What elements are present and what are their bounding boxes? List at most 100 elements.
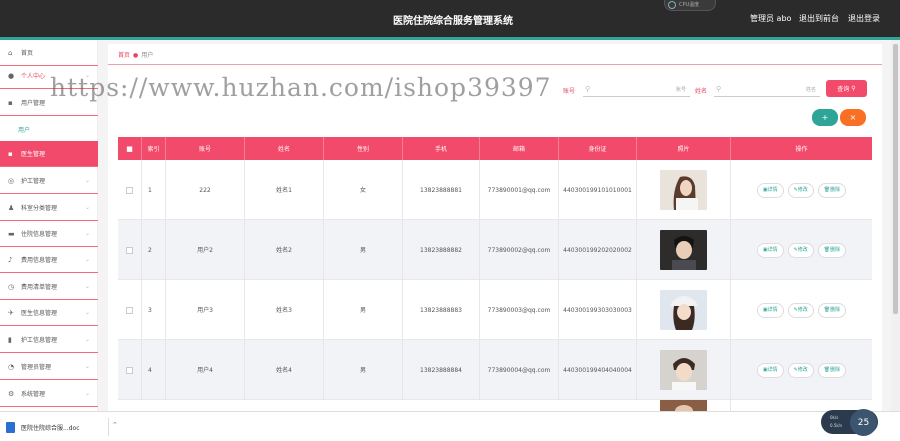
edit-button[interactable]: ✎ 修改 <box>787 242 814 258</box>
view-button[interactable]: ▣ 详情 <box>756 182 784 198</box>
query-button[interactable]: 查询 ⚲ <box>826 80 867 97</box>
perf-rate-down: 0.5k/s <box>830 423 843 428</box>
checkbox-icon: ■ <box>126 144 133 153</box>
breadcrumb-separator-icon: ● <box>133 52 139 59</box>
chevron-down-icon: ⌄ <box>84 390 90 397</box>
view-button[interactable]: ▣ 详情 <box>756 242 784 258</box>
breadcrumb-divider <box>108 64 882 65</box>
cell-gender: 男 <box>324 220 403 280</box>
view-label: 详情 <box>767 306 778 313</box>
column-header: 性别 <box>324 137 403 160</box>
cell-actions: ▣ 详情 ✎ 修改 🗑 删除 <box>731 160 872 220</box>
cell-email: 773890003@qq.com <box>480 280 559 340</box>
sidebar-item-label: 医生管理 <box>21 151 46 158</box>
edit-label: 修改 <box>797 246 808 253</box>
cell-photo <box>637 280 731 340</box>
row-checkbox[interactable] <box>126 306 133 314</box>
table-row: 4 用户4 姓名4 男 13823888884 773890004@qq.com… <box>118 340 872 400</box>
delete-label: 删除 <box>830 186 841 193</box>
column-header: 账号 <box>166 137 245 160</box>
sidebar-item-label: 护工信息管理 <box>21 337 58 344</box>
chevron-up-icon[interactable]: ⌃ <box>112 421 118 429</box>
sidebar-item-departments[interactable]: ♟ 科室分类管理 ⌄ <box>0 195 98 221</box>
sidebar-item-doctors[interactable]: ▪ 医生管理 <box>0 141 98 167</box>
page-scrollbar[interactable] <box>891 40 900 411</box>
logout-link[interactable]: 退出登录 <box>848 13 880 24</box>
view-button[interactable]: ▣ 详情 <box>756 362 784 378</box>
perf-value: 25 <box>850 409 877 436</box>
download-divider <box>108 418 109 436</box>
row-checkbox-cell <box>118 340 142 400</box>
row-checkbox-cell <box>118 280 142 340</box>
users-icon: ▪ <box>8 98 13 107</box>
cell-name: 姓名1 <box>245 160 324 220</box>
cpu-icon <box>668 1 676 9</box>
breadcrumb-home[interactable]: 首页 <box>118 52 130 59</box>
user-photo <box>660 170 707 210</box>
row-checkbox[interactable] <box>126 246 133 254</box>
delete-button[interactable]: 🗑 删除 <box>817 362 847 378</box>
account-search-input[interactable]: ⚲ 账号 <box>583 82 690 97</box>
batch-delete-button[interactable]: × <box>840 109 866 126</box>
sidebar-item-system[interactable]: ⚙ 系统管理 ⌄ <box>0 381 98 407</box>
cell-phone: 13823888881 <box>403 160 480 220</box>
front-link[interactable]: 退出到前台 <box>799 13 839 24</box>
sidebar-item-admins[interactable]: ◔ 管理员管理 ⌄ <box>0 354 98 380</box>
cell-photo <box>637 160 731 220</box>
cell-email: 773890002@qq.com <box>480 220 559 280</box>
delete-button[interactable]: 🗑 删除 <box>817 242 847 258</box>
cell-actions: ▣ 详情 ✎ 修改 🗑 删除 <box>731 340 872 400</box>
cell-account: 用户2 <box>166 220 245 280</box>
row-checkbox[interactable] <box>126 366 133 374</box>
cell-index: 3 <box>142 280 166 340</box>
account-placeholder: 账号 <box>675 86 686 93</box>
column-header: 索引 <box>142 137 166 160</box>
doc-file-icon <box>6 421 15 433</box>
cell-idcard: 440300199303030003 <box>559 280 637 340</box>
delete-label: 删除 <box>830 306 841 313</box>
sidebar-item-nurses[interactable]: ◎ 护工管理 ⌄ <box>0 168 98 194</box>
sidebar-item-inpatient[interactable]: ▬ 住院信息管理 ⌄ <box>0 221 98 247</box>
edit-button[interactable]: ✎ 修改 <box>787 182 814 198</box>
cell-phone: 13823888882 <box>403 220 480 280</box>
cell-account: 222 <box>166 160 245 220</box>
sidebar-subitem-user[interactable]: 用户 <box>0 116 98 142</box>
admin-icon: ◔ <box>8 362 15 371</box>
row-checkbox[interactable] <box>126 186 133 194</box>
sidebar-item-bills[interactable]: ◷ 费用清单管理 ⌄ <box>0 274 98 300</box>
sidebar-item-doctor-info[interactable]: ✈ 医生信息管理 ⌄ <box>0 300 98 326</box>
header-stripe <box>0 37 900 40</box>
table-row: 2 用户2 姓名2 男 13823888882 773890002@qq.com… <box>118 220 872 280</box>
column-header: 照片 <box>637 137 731 160</box>
name-search-input[interactable]: ⚲ 姓名 <box>714 82 820 97</box>
scrollbar-thumb[interactable] <box>893 44 898 314</box>
search-icon: ⚲ <box>716 85 722 93</box>
top-header: CPU温度 医院住院综合服务管理系统 管理员 abo 退出到前台 退出登录 <box>0 0 900 37</box>
view-button[interactable]: ▣ 详情 <box>756 302 784 318</box>
edit-label: 修改 <box>797 366 808 373</box>
delete-button[interactable]: 🗑 删除 <box>817 182 847 198</box>
bill-icon: ◷ <box>8 282 15 291</box>
sidebar-item-nurse-info[interactable]: ▮ 护工信息管理 ⌄ <box>0 327 98 353</box>
cell-actions: ▣ 详情 ✎ 修改 🗑 删除 <box>731 220 872 280</box>
sidebar-item-fee-info[interactable]: ♪ 费用信息管理 ⌄ <box>0 247 98 273</box>
cell-name: 姓名3 <box>245 280 324 340</box>
delete-button[interactable]: 🗑 删除 <box>817 302 847 318</box>
sidebar-item-label: 费用信息管理 <box>21 257 58 264</box>
column-header: 手机 <box>403 137 480 160</box>
cell-name: 姓名4 <box>245 340 324 400</box>
edit-button[interactable]: ✎ 修改 <box>787 362 814 378</box>
cell-photo <box>637 340 731 400</box>
table-header: ■ 索引 账号 姓名 性别 手机 邮箱 身份证 照片 操作 <box>118 137 872 160</box>
download-item[interactable]: 医院住院综合服...doc <box>6 418 106 436</box>
select-all-checkbox[interactable]: ■ <box>118 137 142 160</box>
edit-button[interactable]: ✎ 修改 <box>787 302 814 318</box>
download-filename: 医院住院综合服...doc <box>21 424 80 432</box>
chevron-down-icon: ⌄ <box>84 309 90 316</box>
add-button[interactable]: + <box>812 109 838 126</box>
chevron-down-icon: ⌄ <box>84 256 90 263</box>
search-icon: ⚲ <box>585 85 591 93</box>
cell-name: 姓名2 <box>245 220 324 280</box>
download-bar: 医院住院综合服...doc ⌃ <box>0 411 900 441</box>
edit-label: 修改 <box>797 186 808 193</box>
